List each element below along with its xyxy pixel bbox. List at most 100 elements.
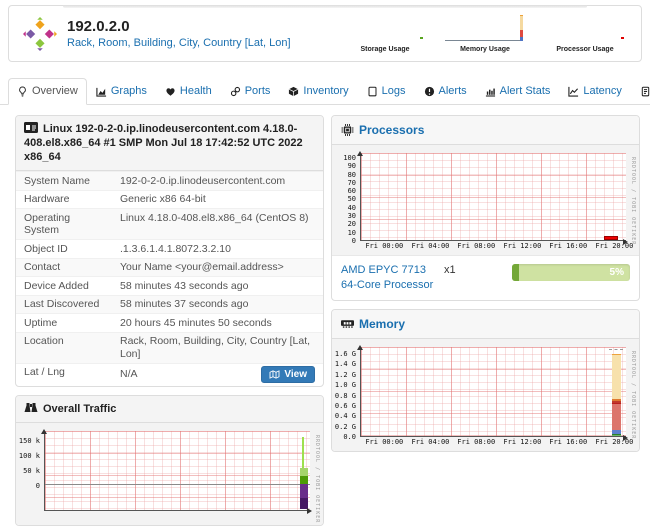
processor-usage-sparkline [543, 14, 627, 45]
device-identity: 192.0.2.0 Rack, Room, Building, City, Co… [23, 17, 291, 51]
bar-chart-icon [485, 86, 496, 97]
device-info-table: System Name 192-0-2-0.ip.linodeuserconte… [16, 171, 323, 386]
view-map-button[interactable]: View [261, 366, 315, 383]
overall-traffic-graph[interactable]: 150 k 100 k 50 k 0 RRDTOOL / TOBI OETIKE… [16, 423, 323, 525]
row-hardware: Hardware Generic x86 64-bit [16, 190, 323, 209]
device-ip: 192.0.2.0 [67, 18, 291, 35]
row-location: Location Rack, Room, Building, City, Cou… [16, 332, 323, 363]
heartbeat-icon [165, 86, 176, 97]
row-last-discovered: Last Discovered 58 minutes 37 seconds ag… [16, 295, 323, 314]
overall-traffic-title: Overall Traffic [43, 403, 116, 415]
rrdtool-watermark: RRDTOOL / TOBI OETIKER [630, 157, 636, 245]
traffic-zero-line [45, 484, 310, 485]
row-uptime: Uptime 20 hours 45 minutes 50 seconds [16, 314, 323, 333]
cube-icon [288, 86, 299, 97]
processor-usage-minigraph[interactable]: Processor Usage [543, 14, 627, 53]
processors-graph[interactable]: 1009080706050403020100 Fri 00:00Fri 04:0… [332, 145, 639, 255]
cpu-count: x1 [444, 264, 456, 276]
tab-ports[interactable]: Ports [221, 78, 280, 105]
tab-label: Health [180, 85, 212, 97]
tab-overview[interactable]: Overview [8, 78, 87, 105]
lat-lng-value: N/A [120, 368, 138, 381]
device-tab-bar: Overview Graphs Health Ports Inventory L… [0, 74, 650, 105]
right-column: Processors 1009080706050403020100 Fri 00… [331, 115, 640, 452]
processors-header[interactable]: Processors [332, 116, 639, 145]
binoculars-icon [24, 402, 38, 413]
tab-notes[interactable]: Notes [631, 78, 650, 105]
tab-alert-stats[interactable]: Alert Stats [476, 78, 560, 105]
cpu-usage-percent: 5% [610, 264, 624, 281]
memory-y-axis: 1.6 G1.4 G1.2 G1.0 G0.8 G0.6 G0.4 G0.2 G… [332, 347, 360, 437]
cpu-description-link[interactable]: 64-Core Processor [341, 279, 433, 291]
overview-content: Linux 192-0-2-0.ip.linodeusercontent.com… [0, 105, 650, 526]
overall-traffic-card: Overall Traffic 150 k 100 k 50 k 0 RRDTO… [15, 395, 324, 526]
traffic-plot-area [44, 431, 310, 511]
cpu-usage-progress-fill [512, 264, 519, 281]
row-object-id: Object ID .1.3.6.1.4.1.8072.3.2.10 [16, 240, 323, 259]
memory-stacked-bar [612, 347, 621, 436]
row-contact: Contact Your Name <your@email.address> [16, 258, 323, 277]
memory-card: Memory 1.6 G1.4 G1.2 G1.0 G0.8 G0.6 G0.4… [331, 309, 640, 452]
tab-latency[interactable]: Latency [559, 78, 631, 105]
device-info-header: Linux 192-0-2-0.ip.linodeusercontent.com… [16, 116, 323, 171]
note-icon [640, 86, 650, 97]
id-card-icon [24, 122, 38, 133]
processors-card: Processors 1009080706050403020100 Fri 00… [331, 115, 640, 301]
left-column: Linux 192-0-2-0.ip.linodeusercontent.com… [15, 115, 324, 526]
storage-usage-sparkline [343, 14, 427, 45]
link-icon [230, 86, 241, 97]
tab-label: Ports [245, 85, 271, 97]
tab-label: Alert Stats [500, 85, 551, 97]
line-chart-icon [568, 86, 579, 97]
storage-usage-minigraph[interactable]: Storage Usage [343, 14, 427, 53]
row-system-name: System Name 192-0-2-0.ip.linodeuserconte… [16, 172, 323, 191]
centos-logo-icon [23, 17, 57, 51]
memory-usage-minigraph[interactable]: Memory Usage [443, 14, 527, 53]
memory-icon [341, 318, 354, 330]
cpu-name-block: AMD EPYC 7713 x1 64-Core Processor [341, 263, 456, 292]
device-location-link[interactable]: Rack, Room, Building, City, Country [Lat… [67, 37, 291, 49]
lightbulb-icon [17, 86, 28, 97]
tab-inventory[interactable]: Inventory [279, 78, 357, 105]
rrdtool-watermark: RRDTOOL / TOBI OETIKER [630, 351, 636, 439]
processors-title: Processors [359, 123, 424, 137]
row-operating-system: Operating System Linux 4.18.0-408.el8.x8… [16, 209, 323, 240]
chart-area-icon [96, 86, 107, 97]
memory-header[interactable]: Memory [332, 310, 639, 339]
processor-usage-bar [604, 236, 618, 240]
map-icon [269, 370, 280, 379]
tab-label: Latency [583, 85, 622, 97]
tab-label: Inventory [303, 85, 348, 97]
tab-logs[interactable]: Logs [358, 78, 415, 105]
header-usage-graphs: Storage Usage Memory Usage Processor Usa… [343, 14, 629, 53]
cpu-usage-progress: 5% [512, 264, 630, 281]
memory-graph[interactable]: 1.6 G1.4 G1.2 G1.0 G0.8 G0.6 G0.4 G0.2 G… [332, 339, 639, 451]
memory-title: Memory [359, 317, 405, 331]
device-kernel-title: Linux 192-0-2-0.ip.linodeusercontent.com… [24, 123, 303, 163]
row-lat-lng: Lat / Lng N/A View [16, 363, 323, 386]
memory-x-axis: Fri 00:00Fri 04:00Fri 08:00Fri 12:00Fri … [361, 347, 626, 436]
processors-x-axis: Fri 00:00Fri 04:00Fri 08:00Fri 12:00Fri … [361, 153, 626, 240]
memory-usage-sparkline [443, 14, 527, 45]
tab-label: Graphs [111, 85, 147, 97]
memory-total-line [609, 349, 623, 350]
tab-label: Alerts [439, 85, 467, 97]
tab-alerts[interactable]: Alerts [415, 78, 476, 105]
processors-y-axis: 1009080706050403020100 [332, 153, 360, 241]
rrdtool-watermark: RRDTOOL / TOBI OETIKER [314, 435, 320, 523]
processors-plot-area: Fri 00:00Fri 04:00Fri 08:00Fri 12:00Fri … [360, 153, 626, 241]
top-navbar-remnant [63, 5, 587, 8]
overall-traffic-header: Overall Traffic [16, 396, 323, 423]
row-device-added: Device Added 58 minutes 43 seconds ago [16, 277, 323, 296]
microchip-icon [341, 124, 354, 136]
tab-label: Logs [382, 85, 406, 97]
tab-health[interactable]: Health [156, 78, 221, 105]
cpu-name-link[interactable]: AMD EPYC 7713 [341, 264, 426, 276]
device-titles: 192.0.2.0 Rack, Room, Building, City, Co… [67, 18, 291, 49]
file-icon [367, 86, 378, 97]
alert-circle-icon [424, 86, 435, 97]
memory-usage-label: Memory Usage [460, 46, 510, 53]
memory-plot-area: Fri 00:00Fri 04:00Fri 08:00Fri 12:00Fri … [360, 347, 626, 437]
storage-usage-label: Storage Usage [360, 46, 409, 53]
tab-graphs[interactable]: Graphs [87, 78, 156, 105]
